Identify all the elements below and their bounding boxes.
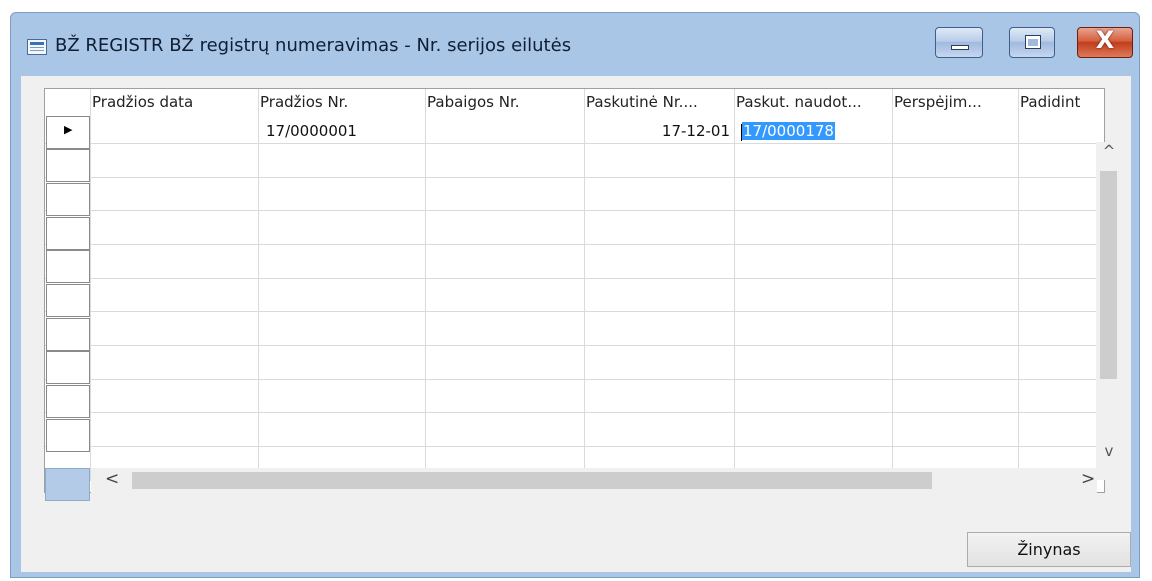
- column-divider: [90, 89, 91, 481]
- row-selector[interactable]: [46, 419, 90, 452]
- scroll-left-arrow-icon[interactable]: <: [105, 469, 119, 489]
- column-header-warning[interactable]: Perspėjim...: [894, 93, 1016, 111]
- scroll-down-arrow-icon[interactable]: v: [1096, 442, 1122, 460]
- row-divider: [45, 379, 1104, 380]
- row-selector[interactable]: [46, 183, 90, 216]
- row-selector[interactable]: [46, 217, 90, 250]
- row-selector[interactable]: [46, 250, 90, 283]
- row-selector[interactable]: [46, 149, 90, 182]
- row-divider: [45, 345, 1104, 346]
- close-icon: X: [1095, 26, 1115, 54]
- column-divider: [258, 89, 259, 481]
- form-client-area: Pradžios data Pradžios Nr. Pabaigos Nr. …: [21, 76, 1131, 572]
- column-divider: [734, 89, 735, 481]
- column-header-start-number[interactable]: Pradžios Nr.: [260, 93, 423, 111]
- minimize-icon: [951, 45, 969, 50]
- column-divider: [584, 89, 585, 481]
- vertical-scroll-thumb[interactable]: [1100, 171, 1117, 379]
- vertical-scrollbar[interactable]: ^ v: [1096, 142, 1122, 480]
- row-selector[interactable]: [46, 318, 90, 351]
- column-header-last-used-number[interactable]: Paskut. naudot...: [736, 93, 890, 111]
- row-selector[interactable]: [46, 351, 90, 384]
- row-divider: [45, 412, 1104, 413]
- scroll-right-arrow-icon[interactable]: >: [1081, 469, 1095, 489]
- column-divider: [892, 89, 893, 481]
- row-selector[interactable]: [46, 385, 90, 418]
- column-header-start-date[interactable]: Pradžios data: [92, 93, 256, 111]
- maximize-button[interactable]: [1009, 27, 1055, 58]
- horizontal-scroll-thumb[interactable]: [132, 472, 932, 489]
- column-header-increment[interactable]: Padidint: [1020, 93, 1090, 111]
- column-header-last-date[interactable]: Paskutinė Nr....: [586, 93, 732, 111]
- column-divider: [425, 89, 426, 481]
- row-divider: [45, 143, 1104, 144]
- grid-corner-tile: [45, 468, 90, 501]
- row-divider: [45, 311, 1104, 312]
- column-divider: [1018, 89, 1019, 481]
- cell-last-date[interactable]: 17-12-01: [590, 122, 730, 140]
- minimize-button[interactable]: [935, 27, 983, 58]
- number-series-lines-window: BŽ REGISTR BŽ registrų numeravimas - Nr.…: [10, 12, 1140, 578]
- row-selector[interactable]: ▶: [46, 116, 90, 149]
- window-title: BŽ REGISTR BŽ registrų numeravimas - Nr.…: [55, 35, 572, 56]
- cell-last-used-number[interactable]: 17/0000178: [742, 122, 835, 140]
- row-divider: [45, 446, 1104, 447]
- row-divider: [45, 244, 1104, 245]
- selected-value[interactable]: 17/0000178: [742, 122, 835, 140]
- row-selector[interactable]: [46, 284, 90, 317]
- horizontal-scrollbar[interactable]: < >: [91, 468, 1097, 493]
- maximize-icon: [1025, 35, 1041, 49]
- reference-button[interactable]: Žinynas: [967, 532, 1131, 567]
- column-header-end-number[interactable]: Pabaigos Nr.: [427, 93, 582, 111]
- series-lines-grid[interactable]: Pradžios data Pradžios Nr. Pabaigos Nr. …: [44, 88, 1105, 493]
- scroll-up-arrow-icon[interactable]: ^: [1096, 142, 1122, 160]
- cell-start-number[interactable]: 17/0000001: [266, 122, 357, 140]
- row-divider: [45, 278, 1104, 279]
- close-button[interactable]: X: [1077, 26, 1133, 58]
- row-divider: [45, 210, 1104, 211]
- current-row-indicator-icon: ▶: [64, 123, 73, 136]
- title-bar[interactable]: BŽ REGISTR BŽ registrų numeravimas - Nr.…: [11, 13, 1139, 77]
- row-divider: [45, 177, 1104, 178]
- form-window-icon[interactable]: [27, 39, 47, 55]
